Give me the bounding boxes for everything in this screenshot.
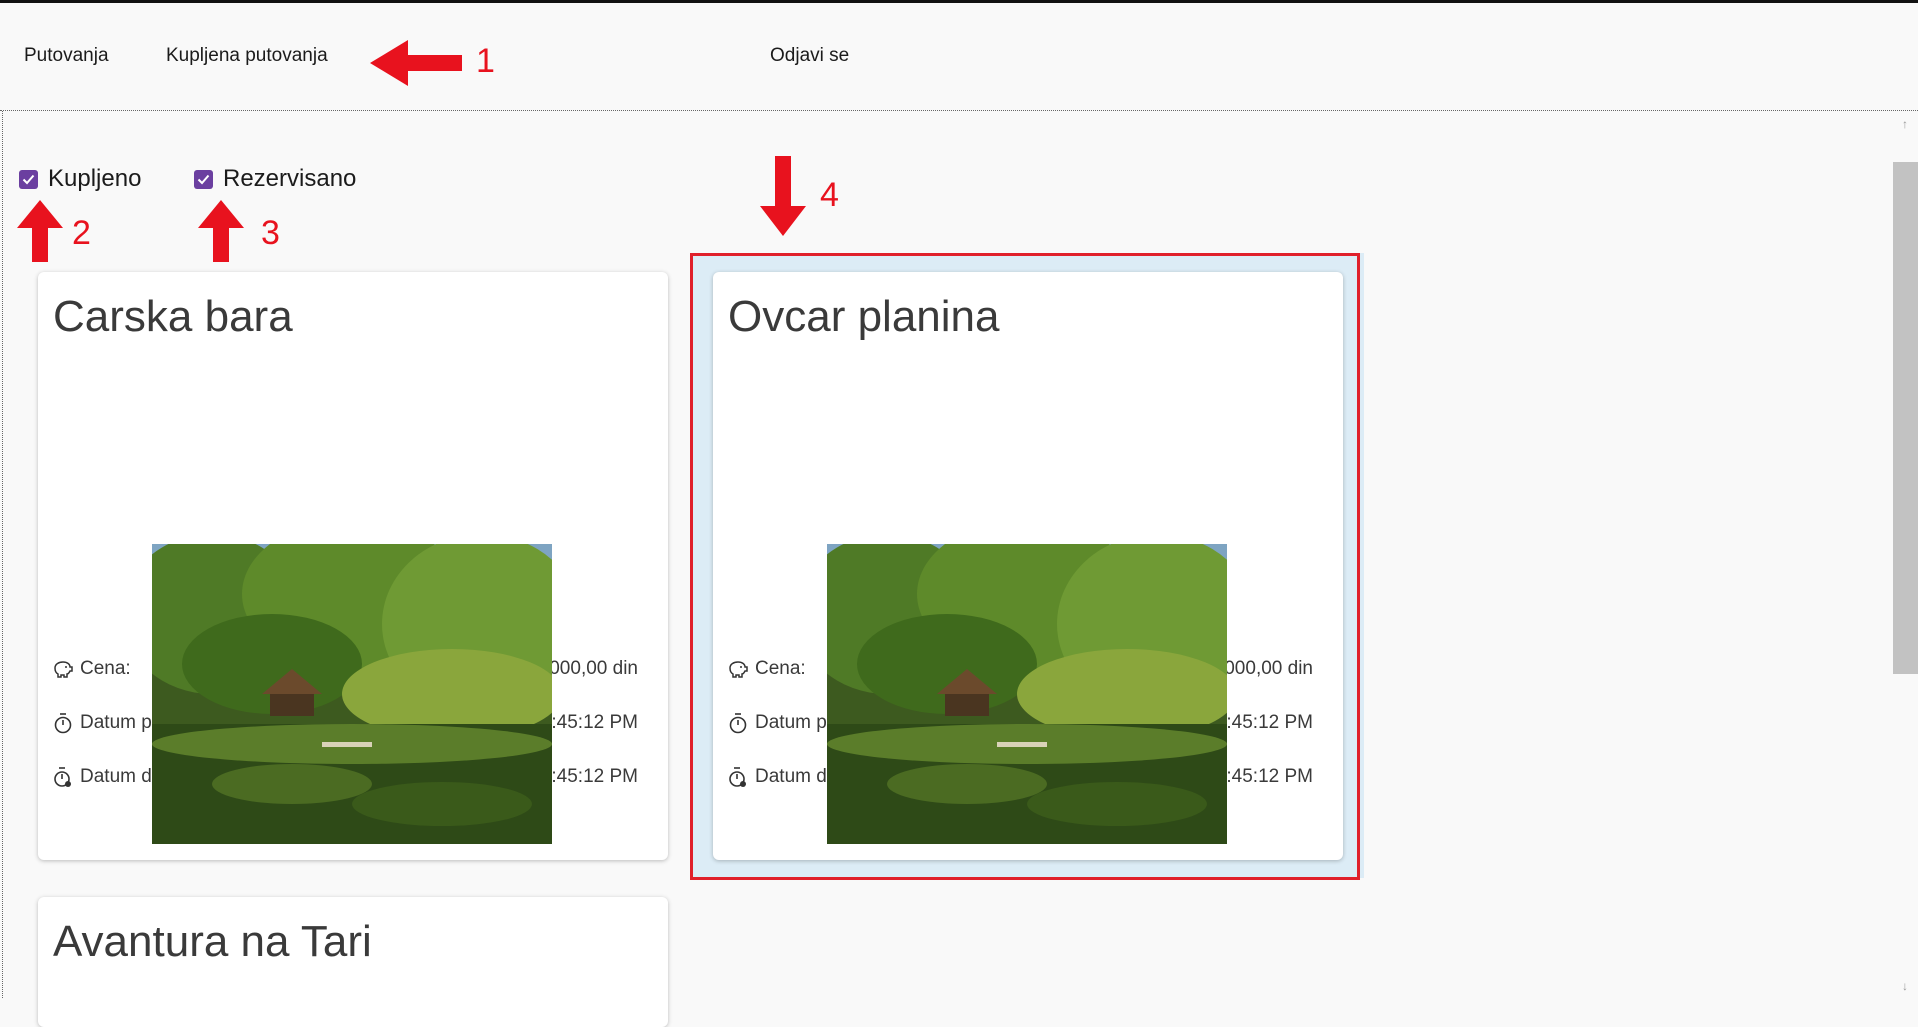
annotation-label-3: 3 bbox=[261, 214, 280, 252]
checkbox-checked-icon bbox=[19, 169, 38, 189]
trip-photo bbox=[152, 544, 552, 844]
nav-item-kupljena-putovanja[interactable]: Kupljena putovanja bbox=[166, 45, 328, 67]
timer-pin-icon bbox=[52, 765, 74, 789]
navigation-bar: Putovanja Kupljena putovanja Odjavi se bbox=[0, 3, 1918, 110]
annotation-label-4: 4 bbox=[820, 176, 839, 214]
annotation-arrow-down-icon bbox=[760, 156, 806, 236]
trip-card[interactable]: Carska bara Cena: 10.000,00 din Datum po… bbox=[38, 272, 668, 860]
purchased-checkbox-label: Kupljeno bbox=[48, 165, 142, 192]
annotation-highlight-box bbox=[690, 253, 1360, 880]
logout-link[interactable]: Odjavi se bbox=[770, 45, 849, 67]
purchased-checkbox[interactable]: Kupljeno bbox=[19, 165, 141, 193]
piggy-bank-icon bbox=[52, 657, 74, 681]
reserved-checkbox[interactable]: Rezervisano bbox=[194, 165, 356, 193]
scrollbar-thumb[interactable] bbox=[1893, 162, 1918, 674]
nav-item-putovanja[interactable]: Putovanja bbox=[24, 45, 109, 67]
annotation-label-1: 1 bbox=[476, 42, 495, 80]
trip-card-title: Carska bara bbox=[53, 292, 293, 341]
scroll-down-arrow-icon[interactable]: ↓ bbox=[1897, 978, 1913, 994]
trip-card[interactable]: Avantura na Tari bbox=[38, 897, 668, 1027]
annotation-arrow-up-icon bbox=[17, 200, 63, 262]
trip-card-title: Avantura na Tari bbox=[53, 917, 372, 966]
timer-icon bbox=[52, 711, 74, 735]
reserved-checkbox-label: Rezervisano bbox=[223, 165, 357, 192]
annotation-arrow-left-icon bbox=[370, 40, 462, 86]
navbar-divider bbox=[0, 110, 1918, 111]
annotation-arrow-up-icon bbox=[198, 200, 244, 262]
checkbox-checked-icon bbox=[194, 169, 213, 189]
annotation-label-2: 2 bbox=[72, 214, 91, 252]
content-left-border bbox=[2, 111, 3, 998]
scroll-up-arrow-icon[interactable]: ↑ bbox=[1897, 116, 1913, 132]
